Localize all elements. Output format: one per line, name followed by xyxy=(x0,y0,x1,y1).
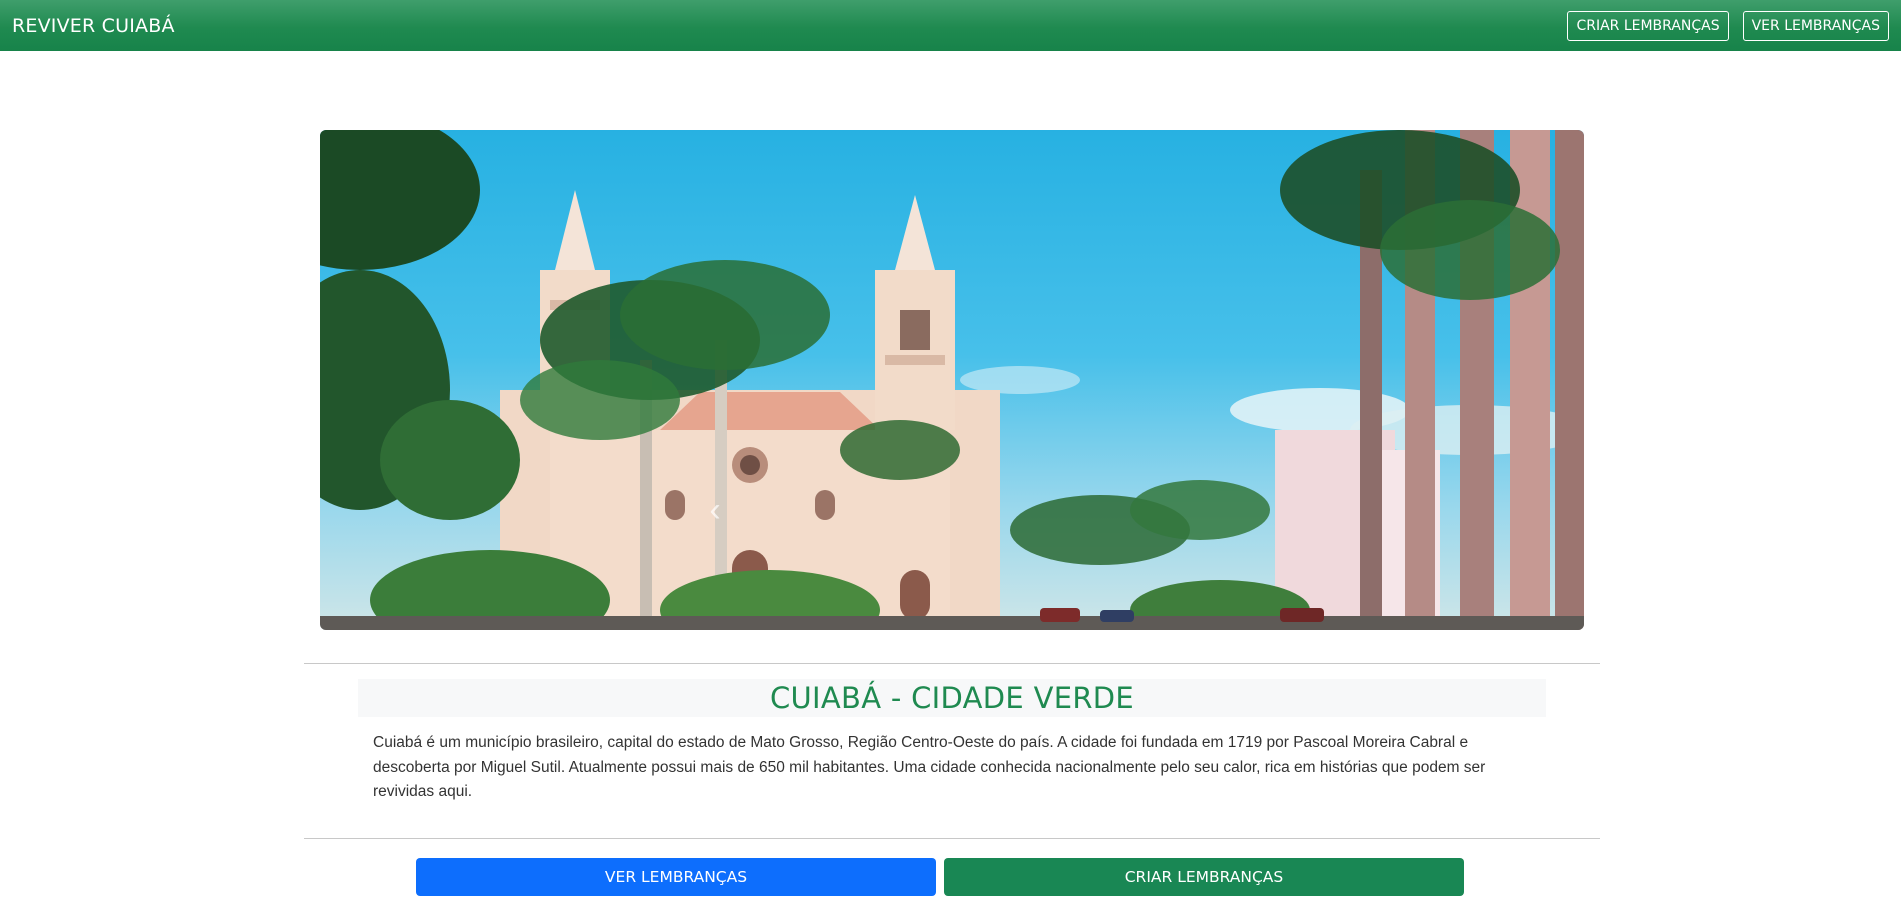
cathedral-photo xyxy=(320,130,1584,630)
nav-create-memories-button[interactable]: CRIAR LEMBRANÇAS xyxy=(1567,10,1729,41)
city-description: Cuiabá é um município brasileiro, capita… xyxy=(373,734,1486,800)
section-divider-bottom xyxy=(304,838,1600,839)
headline-band: CUIABÁ - CIDADE VERDE xyxy=(358,679,1546,717)
section-divider-top xyxy=(304,663,1600,664)
hero-carousel-image: ‹ › xyxy=(320,130,1584,630)
top-navbar: REVIVER CUIABÁ CRIAR LEMBRANÇAS VER LEMB… xyxy=(0,0,1901,51)
page-title: CUIABÁ - CIDADE VERDE xyxy=(769,681,1135,715)
create-memories-button[interactable]: CRIAR LEMBRANÇAS xyxy=(944,858,1464,896)
nav-actions: CRIAR LEMBRANÇAS VER LEMBRANÇAS xyxy=(1567,10,1889,41)
brand-logo[interactable]: REVIVER CUIABÁ xyxy=(12,15,175,37)
nav-view-memories-button[interactable]: VER LEMBRANÇAS xyxy=(1742,10,1889,41)
carousel-prev-icon[interactable]: ‹ xyxy=(700,490,730,530)
view-memories-button[interactable]: VER LEMBRANÇAS xyxy=(416,858,936,896)
